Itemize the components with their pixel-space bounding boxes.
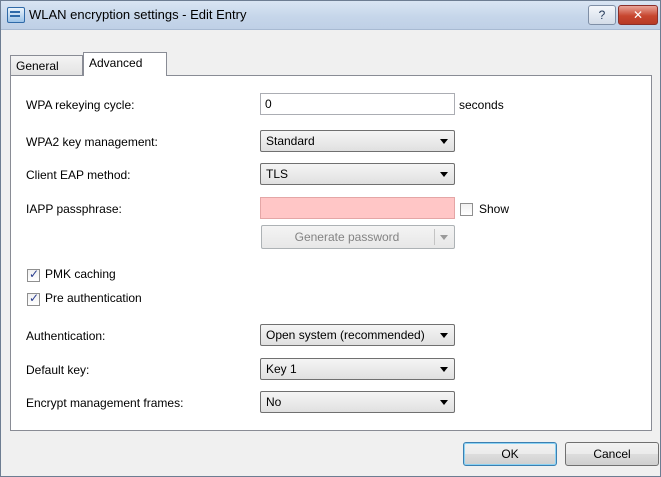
generate-password-label: Generate password bbox=[294, 230, 400, 244]
split-divider bbox=[434, 229, 435, 245]
dialog-window: WLAN encryption settings - Edit Entry ? … bbox=[0, 0, 661, 477]
help-button[interactable]: ? bbox=[588, 5, 616, 25]
pre-authentication-label: Pre authentication bbox=[45, 291, 142, 305]
tab-advanced[interactable]: Advanced bbox=[83, 52, 167, 76]
chevron-down-icon bbox=[440, 333, 448, 338]
default-key-value: Key 1 bbox=[266, 362, 297, 376]
close-icon: ✕ bbox=[632, 8, 644, 22]
rekey-unit-label: seconds bbox=[459, 98, 504, 112]
chevron-down-icon bbox=[440, 400, 448, 405]
rekey-cycle-input[interactable]: 0 bbox=[260, 93, 455, 115]
pmk-caching-label: PMK caching bbox=[45, 267, 116, 281]
wpa2-key-management-value: Standard bbox=[266, 134, 315, 148]
client-eap-method-select[interactable]: TLS bbox=[260, 163, 455, 185]
client-eap-method-label: Client EAP method: bbox=[26, 168, 131, 182]
window-app-icon bbox=[7, 7, 25, 23]
chevron-down-icon[interactable] bbox=[440, 235, 448, 240]
client-eap-method-value: TLS bbox=[266, 167, 289, 181]
show-passphrase-checkbox[interactable] bbox=[460, 203, 473, 216]
cancel-button[interactable]: Cancel bbox=[565, 442, 659, 466]
chevron-down-icon bbox=[440, 172, 448, 177]
wpa2-key-management-label: WPA2 key management: bbox=[26, 135, 158, 149]
authentication-value: Open system (recommended) bbox=[266, 328, 425, 342]
iapp-passphrase-input[interactable] bbox=[260, 197, 455, 219]
encrypt-mgmt-frames-value: No bbox=[266, 395, 282, 409]
iapp-passphrase-label: IAPP passphrase: bbox=[26, 202, 122, 216]
default-key-label: Default key: bbox=[26, 363, 90, 377]
chevron-down-icon bbox=[440, 367, 448, 372]
authentication-label: Authentication: bbox=[26, 329, 106, 343]
title-bar[interactable]: WLAN encryption settings - Edit Entry ? … bbox=[1, 1, 660, 30]
pmk-caching-checkbox[interactable] bbox=[27, 267, 40, 282]
rekey-cycle-label: WPA rekeying cycle: bbox=[26, 98, 135, 112]
authentication-select[interactable]: Open system (recommended) bbox=[260, 324, 455, 346]
chevron-down-icon bbox=[440, 139, 448, 144]
ok-button[interactable]: OK bbox=[463, 442, 557, 466]
encrypt-mgmt-frames-select[interactable]: No bbox=[260, 391, 455, 413]
pre-authentication-checkbox[interactable] bbox=[27, 291, 40, 306]
close-button[interactable]: ✕ bbox=[618, 5, 658, 25]
encrypt-mgmt-frames-label: Encrypt management frames: bbox=[26, 396, 184, 410]
show-passphrase-label: Show bbox=[479, 202, 510, 216]
tab-general[interactable]: General bbox=[10, 55, 83, 75]
window-title: WLAN encryption settings - Edit Entry bbox=[29, 7, 247, 22]
default-key-select[interactable]: Key 1 bbox=[260, 358, 455, 380]
generate-password-button[interactable]: Generate password bbox=[261, 225, 455, 249]
wpa2-key-management-select[interactable]: Standard bbox=[260, 130, 455, 152]
